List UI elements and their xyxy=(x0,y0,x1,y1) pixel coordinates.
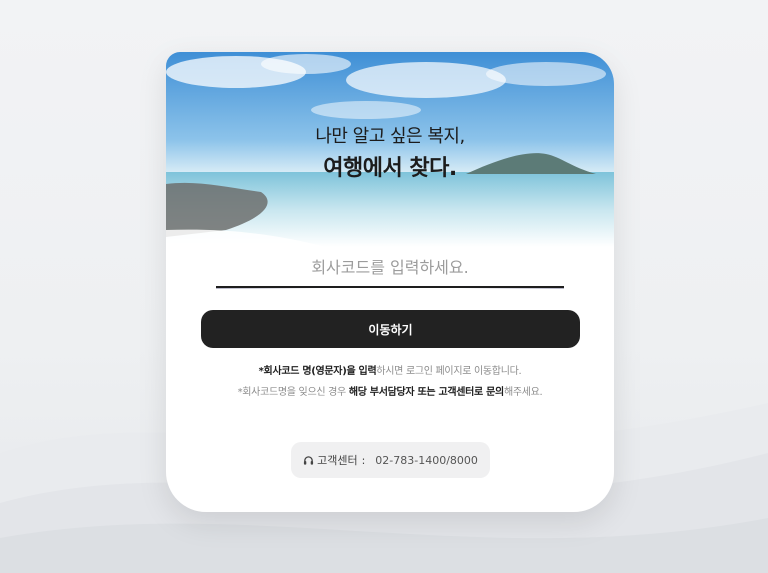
instruction-rest: 하시면 로그인 페이지로 이동합니다. xyxy=(376,366,522,377)
login-card: 나만 알고 싶은 복지, 여행에서 찾다. 이동하기 *회사코드 명(영문자)을… xyxy=(166,52,614,512)
company-code-input[interactable] xyxy=(216,248,564,288)
headset-icon xyxy=(303,455,314,465)
hero-subtitle: 나만 알고 싶은 복지, xyxy=(315,126,465,147)
customer-center-label: 고객센터 xyxy=(317,454,358,467)
customer-center-phone: 02-783-1400/8000 xyxy=(375,453,478,467)
instruction-note: *회사코드 명(영문자)을 입력하시면 로그인 페이지로 이동합니다. xyxy=(166,362,614,377)
forgot-suffix: 해주세요. xyxy=(503,387,543,398)
forgot-prefix: *회사코드명을 잊으신 경우 xyxy=(237,387,349,398)
hero-heading: 나만 알고 싶은 복지, 여행에서 찾다. xyxy=(166,122,614,182)
forgot-code-note: *회사코드명을 잊으신 경우 해당 부서담당자 또는 고객센터로 문의해주세요. xyxy=(166,383,614,398)
customer-center-colon: : xyxy=(361,453,366,467)
hero-banner: 나만 알고 싶은 복지, 여행에서 찾다. xyxy=(166,52,614,247)
customer-center-badge: 고객센터 : 02-783-1400/8000 xyxy=(291,442,490,478)
input-underline xyxy=(216,288,564,289)
instruction-bold: *회사코드 명(영문자)을 입력 xyxy=(258,366,377,377)
go-button[interactable]: 이동하기 xyxy=(201,310,580,348)
forgot-bold: 해당 부서담당자 또는 고객센터로 문의 xyxy=(348,387,504,398)
hero-title: 여행에서 찾다. xyxy=(323,156,457,181)
